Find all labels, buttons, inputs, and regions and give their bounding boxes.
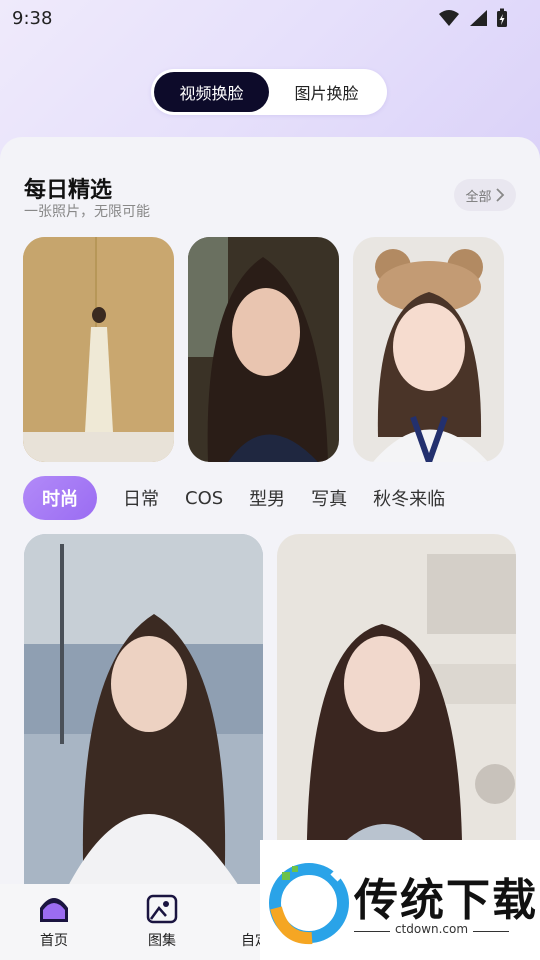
section-subtitle: 一张照片，无限可能 xyxy=(24,204,150,220)
status-time: 9:38 xyxy=(12,7,53,29)
chevron-right-icon xyxy=(495,188,504,202)
mode-switch: 视频换脸 图片换脸 xyxy=(151,69,387,115)
featured-photo xyxy=(353,237,504,462)
category-tabs: 时尚 日常 COS 型男 写真 秋冬来临 xyxy=(23,476,471,520)
featured-thumb[interactable] xyxy=(23,237,174,462)
wifi-icon xyxy=(439,10,459,26)
category-tab[interactable]: COS xyxy=(185,488,223,509)
category-tab[interactable]: 秋冬来临 xyxy=(373,485,445,511)
watermark-brand: 传统下载 xyxy=(354,875,538,926)
nav-home-label: 首页 xyxy=(40,933,68,949)
signal-icon xyxy=(470,10,487,26)
template-photo xyxy=(24,534,263,894)
section-title: 每日精选 xyxy=(24,178,113,203)
category-tab[interactable]: 日常 xyxy=(123,485,159,511)
home-icon xyxy=(40,898,68,922)
watermark: 传统下载 ctdown.com xyxy=(260,840,540,960)
watermark-logo xyxy=(269,863,349,945)
template-card[interactable] xyxy=(24,534,263,894)
watermark-url: ctdown.com xyxy=(394,922,469,936)
featured-thumb[interactable] xyxy=(188,237,339,462)
nav-gallery[interactable]: 图集 xyxy=(132,894,192,950)
category-tab[interactable]: 写真 xyxy=(311,485,347,511)
featured-photo xyxy=(188,237,339,462)
battery-icon xyxy=(497,8,507,27)
view-all-button[interactable]: 全部 xyxy=(454,179,516,211)
status-bar: 9:38 xyxy=(0,0,540,36)
image-icon xyxy=(146,894,178,924)
featured-photo xyxy=(23,237,174,462)
category-tab[interactable]: 型男 xyxy=(249,485,285,511)
nav-home[interactable]: 首页 xyxy=(24,894,84,950)
tab-video-faceswap[interactable]: 视频换脸 xyxy=(154,72,269,112)
category-tab[interactable]: 时尚 xyxy=(23,476,97,520)
featured-thumb[interactable] xyxy=(353,237,504,462)
watermark-divider xyxy=(473,931,509,932)
tab-image-faceswap[interactable]: 图片换脸 xyxy=(269,72,384,112)
view-all-label: 全部 xyxy=(465,189,492,205)
nav-gallery-label: 图集 xyxy=(148,933,176,949)
